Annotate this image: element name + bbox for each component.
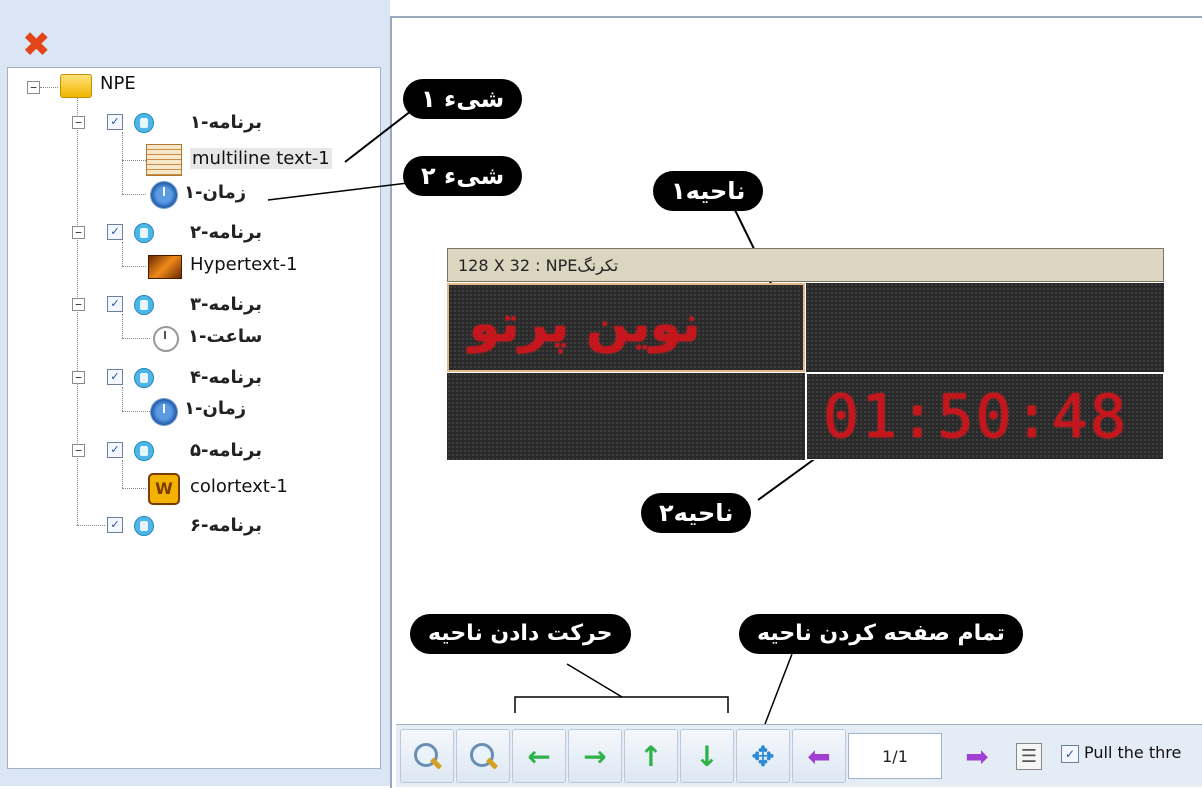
region-2[interactable]: 01:50:48	[806, 373, 1164, 460]
next-page-button[interactable]: ➡	[950, 729, 1004, 783]
tree-program-label[interactable]: برنامه-۵	[190, 440, 262, 461]
arrow-left-icon: ⬅	[807, 739, 831, 773]
align-icon: ☰	[1015, 742, 1043, 770]
led-empty-area	[806, 283, 1164, 372]
tree-program-label[interactable]: برنامه-۱	[190, 112, 262, 133]
program-icon	[134, 368, 154, 388]
callout-region1: ناحیه۱	[653, 171, 764, 211]
program-checkbox[interactable]: ✓	[107, 517, 123, 533]
tree-line	[77, 98, 78, 525]
program-icon	[134, 516, 154, 536]
tree-program-label[interactable]: برنامه-۳	[190, 294, 262, 315]
program-expander[interactable]: −	[72, 226, 85, 239]
tree-object-label[interactable]: multiline text-1	[190, 148, 332, 169]
colortext-icon: W	[148, 473, 180, 505]
tree-line	[122, 314, 123, 338]
program-icon	[134, 223, 154, 243]
project-tree: − NPE − ✓ برنامه-۱ multiline text-1 زمان…	[7, 67, 381, 769]
tree-line	[122, 242, 123, 266]
program-checkbox[interactable]: ✓	[107, 296, 123, 312]
tree-object-label[interactable]: زمان-۱	[184, 398, 246, 419]
callout-object1: شیء ۱	[403, 79, 523, 119]
move-down-button[interactable]: ↓	[680, 729, 734, 783]
tree-object-label[interactable]: Hypertext-1	[190, 254, 298, 275]
multiline-text-icon	[146, 144, 182, 176]
callout-move-region: حرکت دادن ناحیه	[410, 614, 631, 654]
tree-object-label[interactable]: colortext-1	[190, 476, 288, 497]
led-empty-area	[447, 373, 805, 460]
analog-clock-icon	[153, 326, 179, 352]
zoom-in-icon	[412, 741, 443, 771]
tree-program-label[interactable]: برنامه-۲	[190, 222, 262, 243]
tree-line	[122, 338, 150, 339]
zoom-in-button[interactable]	[400, 729, 454, 783]
hypertext-icon	[148, 255, 182, 279]
callout-region2: ناحیه۲	[641, 493, 752, 533]
tree-line	[122, 387, 123, 411]
tree-root-label[interactable]: NPE	[100, 73, 136, 94]
tree-object-label[interactable]: زمان-۱	[184, 182, 246, 203]
arrow-right-icon: ➡	[965, 739, 989, 773]
align-button[interactable]: ☰	[1006, 729, 1052, 783]
tree-line	[122, 411, 150, 412]
tree-line	[77, 525, 105, 526]
program-expander[interactable]: −	[72, 371, 85, 384]
zoom-out-button[interactable]	[456, 729, 510, 783]
tree-line	[122, 460, 123, 488]
fullscreen-region-button[interactable]: ✥	[736, 729, 790, 783]
program-icon	[134, 113, 154, 133]
program-checkbox[interactable]: ✓	[107, 224, 123, 240]
program-checkbox[interactable]: ✓	[107, 442, 123, 458]
prev-page-button[interactable]: ⬅	[792, 729, 846, 783]
tree-line	[122, 266, 146, 267]
root-expander[interactable]: −	[27, 81, 40, 94]
tree-line	[122, 488, 146, 489]
display-header: 128 X 32 : NPEتکرنگ	[447, 248, 1164, 282]
tree-line	[122, 160, 146, 161]
zoom-out-icon	[468, 741, 499, 771]
program-icon	[134, 441, 154, 461]
callout-fullscreen-region: تمام صفحه کردن ناحیه	[739, 614, 1023, 654]
tree-object-label[interactable]: ساعت-۱	[188, 326, 262, 347]
program-expander[interactable]: −	[72, 298, 85, 311]
program-icon	[134, 295, 154, 315]
tree-line	[122, 194, 146, 195]
tree-line	[122, 132, 123, 194]
pull-label: Pull the thre	[1084, 743, 1182, 762]
move-up-button[interactable]: ↑	[624, 729, 678, 783]
tree-line	[40, 87, 58, 88]
clock-icon	[150, 181, 178, 209]
program-expander[interactable]: −	[72, 444, 85, 457]
project-tree-pane: ✖ − NPE − ✓ برنامه-۱ multiline text-1 زم…	[0, 0, 390, 786]
arrow-down-icon: ↓	[695, 739, 719, 773]
arrow-left-icon: ←	[527, 739, 551, 773]
move-right-button[interactable]: →	[568, 729, 622, 783]
move-cross-icon: ✥	[751, 739, 775, 773]
callout-object2: شیء ۲	[403, 156, 523, 196]
move-left-button[interactable]: ←	[512, 729, 566, 783]
region1-text: نوین پرتو	[469, 295, 701, 353]
program-checkbox[interactable]: ✓	[107, 369, 123, 385]
tree-program-label[interactable]: برنامه-۶	[190, 515, 262, 536]
arrow-right-icon: →	[583, 739, 607, 773]
arrow-up-icon: ↑	[639, 739, 663, 773]
clock-icon	[150, 398, 178, 426]
pull-checkbox[interactable]: ✓	[1061, 745, 1079, 763]
tree-program-label[interactable]: برنامه-۴	[190, 367, 262, 388]
bottom-toolbar: ← → ↑ ↓ ✥ ⬅ 1/1 ➡ ☰ ✓ Pull the thre	[396, 724, 1202, 787]
program-checkbox[interactable]: ✓	[107, 114, 123, 130]
region-1[interactable]: نوین پرتو	[447, 283, 805, 372]
program-expander[interactable]: −	[72, 116, 85, 129]
folder-icon	[60, 74, 92, 98]
close-icon[interactable]: ✖	[22, 28, 51, 62]
region2-clock-text: 01:50:48	[823, 382, 1128, 452]
page-indicator[interactable]: 1/1	[848, 733, 942, 779]
